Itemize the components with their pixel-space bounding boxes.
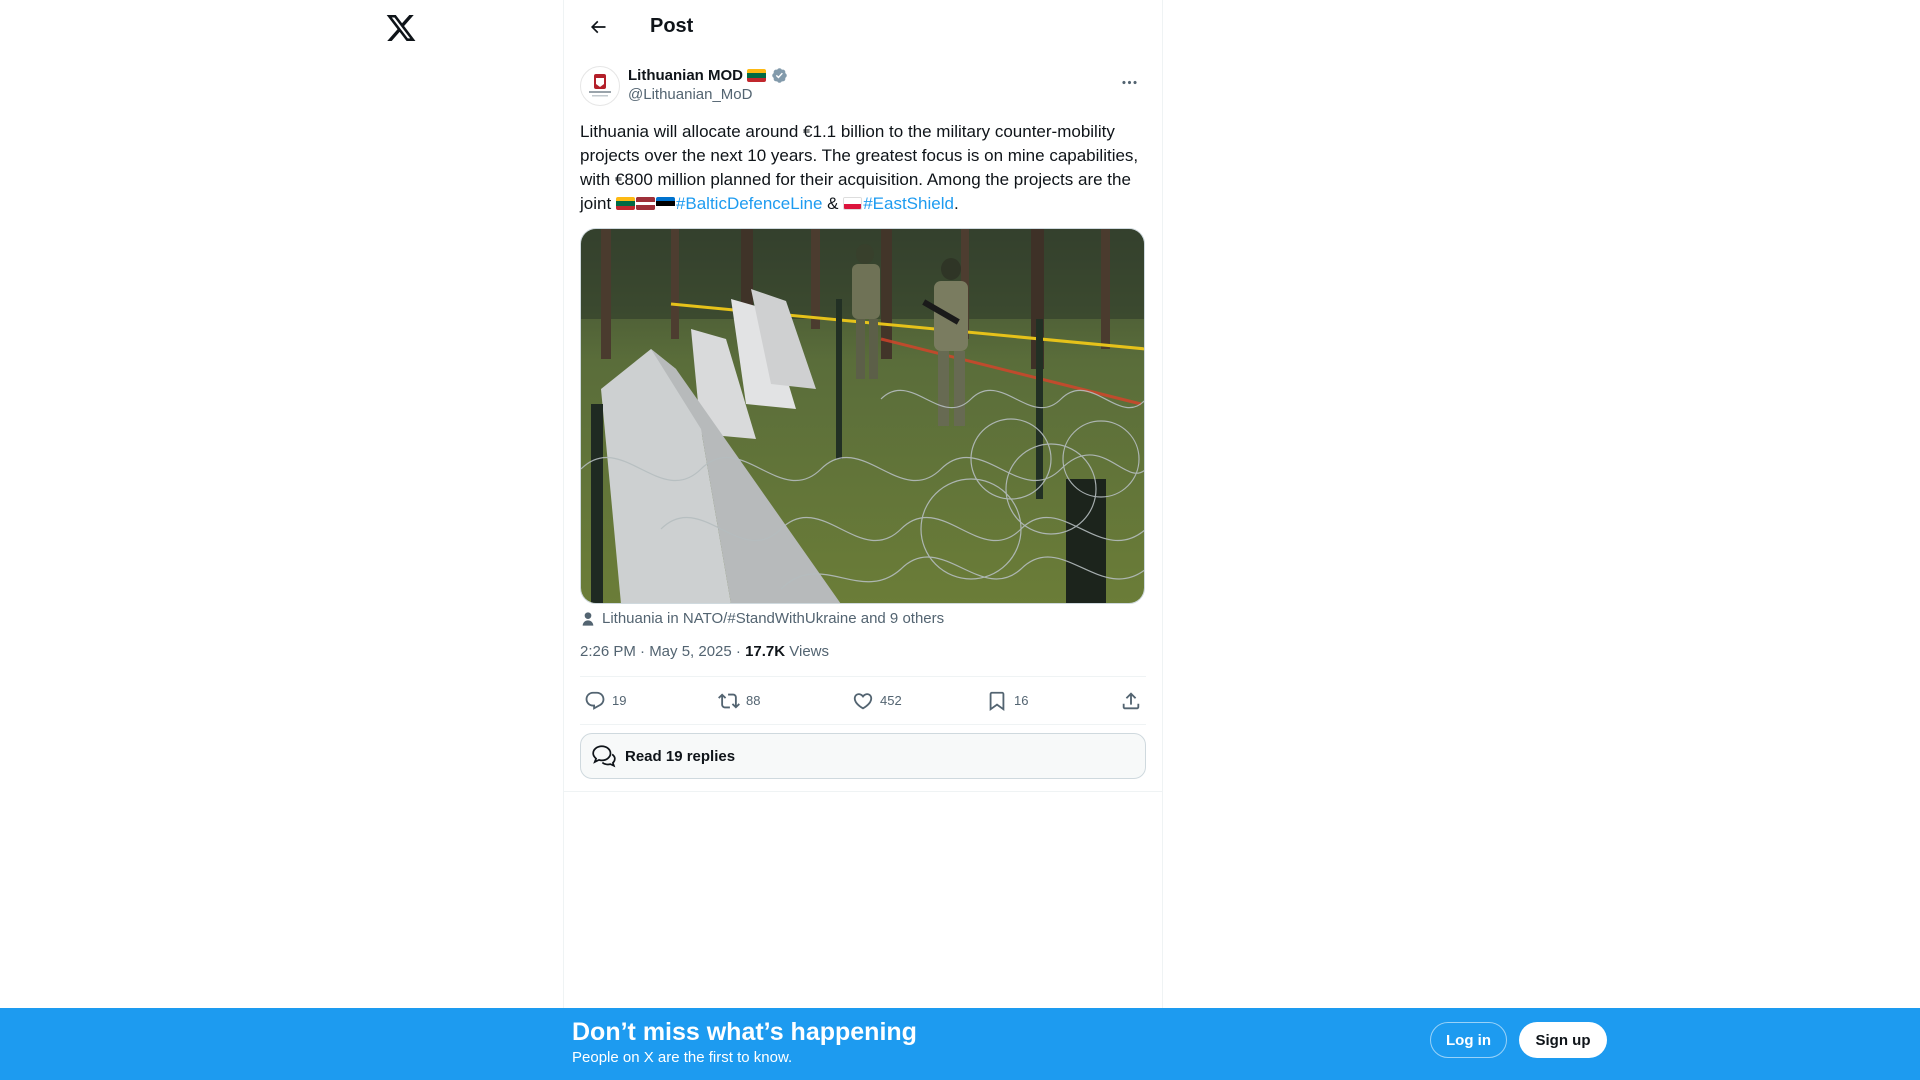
section-divider — [564, 791, 1162, 792]
timestamp[interactable]: 2:26 PM · May 5, 2025 · — [580, 643, 745, 660]
repost-icon — [718, 693, 740, 708]
verified-badge-icon — [772, 68, 787, 83]
log-in-button[interactable]: Log in — [1430, 1022, 1507, 1058]
person-icon — [582, 611, 594, 626]
read-replies-button[interactable]: Read 19 replies — [580, 733, 1146, 779]
lithuania-flag-icon — [615, 197, 635, 210]
lithuania-flag-icon — [747, 69, 766, 82]
top-bar: Post — [564, 0, 1162, 53]
poland-flag-icon — [843, 197, 863, 210]
estonia-flag-icon — [655, 197, 675, 210]
share-button[interactable] — [1120, 690, 1142, 712]
reply-icon — [585, 691, 605, 710]
repost-count: 88 — [746, 693, 761, 708]
tweet-meta: 2:26 PM · May 5, 2025 · 17.7K Views — [580, 643, 1146, 677]
tweet-text-and: & — [822, 194, 844, 213]
tweet: Lithuanian MOD @Lithuanian_MoD Lithuania… — [564, 53, 1162, 779]
page-title: Post — [650, 15, 694, 37]
banner-subtitle: People on X are the first to know. — [572, 1049, 793, 1066]
chat-bubbles-icon — [592, 745, 616, 768]
tagged-users[interactable]: Lithuania in NATO/#StandWithUkraine and … — [580, 610, 1146, 627]
latvia-flag-icon — [635, 197, 655, 210]
read-replies-label: Read 19 replies — [625, 747, 736, 765]
hashtag-baltic-defence-line[interactable]: #BalticDefenceLine — [676, 194, 822, 213]
heart-icon — [853, 692, 873, 709]
banner-title: Don’t miss what’s happening — [572, 1018, 917, 1046]
left-rail — [0, 0, 563, 1080]
bookmark-count: 16 — [1014, 693, 1029, 708]
reply-button[interactable]: 19 — [584, 690, 718, 712]
primary-column: Post Lithuanian MOD @Lithuanian_MoD Lith… — [563, 0, 1163, 1080]
display-name[interactable]: Lithuanian MOD — [628, 66, 743, 85]
arrow-left-icon — [590, 20, 606, 33]
tweet-text-end: . — [953, 194, 959, 213]
avatar[interactable] — [580, 66, 620, 106]
display-name-row[interactable]: Lithuanian MOD — [628, 66, 788, 85]
tweet-photo[interactable] — [580, 228, 1145, 604]
tweet-text: Lithuania will allocate around €1.1 bill… — [580, 120, 1148, 216]
sign-up-button[interactable]: Sign up — [1519, 1022, 1607, 1058]
x-logo-icon[interactable] — [385, 12, 417, 44]
more-options-button[interactable] — [1112, 65, 1146, 99]
more-dots-icon — [1121, 80, 1137, 84]
views-label: Views — [785, 643, 830, 660]
reply-count: 19 — [612, 693, 627, 708]
back-button[interactable] — [580, 9, 616, 45]
bookmark-button[interactable]: 16 — [986, 690, 1120, 712]
hashtag-east-shield[interactable]: #EastShield — [863, 194, 954, 213]
signup-banner: Don’t miss what’s happening People on X … — [0, 1008, 1920, 1080]
like-count: 452 — [880, 693, 902, 708]
views-count: 17.7K — [745, 643, 786, 660]
share-icon — [1122, 691, 1140, 709]
bookmark-icon — [989, 691, 1005, 711]
like-button[interactable]: 452 — [852, 690, 986, 712]
action-bar: 19 88 452 16 — [580, 677, 1146, 725]
handle[interactable]: @Lithuanian_MoD — [628, 85, 788, 104]
repost-button[interactable]: 88 — [718, 690, 852, 712]
author-row: Lithuanian MOD @Lithuanian_MoD — [580, 53, 1146, 106]
tagged-users-label: Lithuania in NATO/#StandWithUkraine and … — [602, 610, 945, 627]
